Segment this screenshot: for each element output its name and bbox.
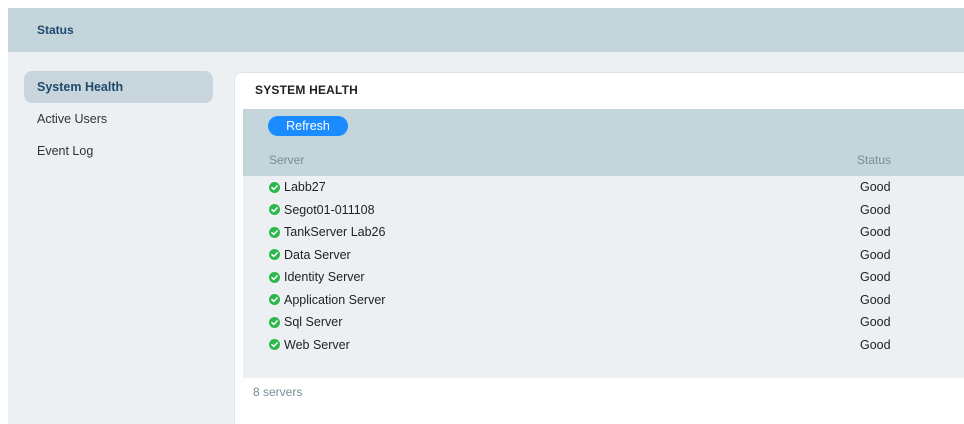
sidebar-item-active-users[interactable]: Active Users — [24, 103, 213, 135]
check-circle-icon — [269, 181, 280, 193]
server-name: Application Server — [284, 292, 386, 307]
status-cell: Good — [860, 270, 891, 284]
server-cell: Identity Server — [269, 270, 365, 284]
server-cell: Labb27 — [269, 180, 326, 194]
refresh-button[interactable]: Refresh — [268, 116, 348, 136]
page-title: Status — [37, 23, 74, 37]
table-row[interactable]: Web Server Good — [243, 334, 964, 356]
sidebar: System Health Active Users Event Log — [24, 71, 213, 167]
check-circle-icon — [269, 294, 280, 305]
system-health-panel: SYSTEM HEALTH Refresh Server Status Labb… — [234, 72, 964, 424]
grid-header: Refresh Server Status — [243, 109, 964, 176]
panel-title: SYSTEM HEALTH — [255, 83, 359, 97]
table-row[interactable]: Segot01-011108 Good — [243, 199, 964, 221]
server-cell: Web Server — [269, 338, 350, 352]
server-name: TankServer Lab26 — [284, 225, 386, 239]
table-row[interactable]: Identity Server Good — [243, 266, 964, 288]
server-name: Identity Server — [284, 270, 365, 284]
sidebar-item-label: Active Users — [37, 112, 108, 126]
check-circle-icon — [269, 339, 280, 350]
check-circle-icon — [269, 316, 280, 328]
status-cell: Good — [860, 292, 891, 307]
status-cell: Good — [860, 202, 891, 217]
sidebar-item-label: Event Log — [37, 144, 94, 158]
server-cell: Segot01-011108 — [269, 203, 375, 217]
sidebar-item-system-health[interactable]: System Health — [24, 71, 213, 103]
check-circle-icon — [269, 271, 280, 283]
sidebar-item-label: System Health — [37, 80, 124, 94]
check-circle-icon — [269, 204, 280, 215]
server-cell: TankServer Lab26 — [269, 225, 385, 239]
column-header-server[interactable]: Server — [269, 153, 304, 167]
server-count: 8 servers — [253, 385, 303, 399]
check-circle-icon — [269, 249, 280, 260]
server-cell: Application Server — [269, 293, 385, 307]
status-cell: Good — [860, 225, 891, 239]
server-name: Segot01-011108 — [284, 202, 375, 217]
server-table: Labb27 Good Segot01-011108 Good TankServ… — [243, 176, 964, 378]
server-name: Web Server — [284, 337, 350, 352]
status-cell: Good — [860, 337, 891, 352]
table-row[interactable]: Sql Server Good — [243, 311, 964, 333]
table-row[interactable]: TankServer Lab26 Good — [243, 221, 964, 243]
server-name: Sql Server — [284, 315, 343, 329]
table-row[interactable]: Application Server Good — [243, 289, 964, 311]
table-row[interactable]: Labb27 Good — [243, 176, 964, 198]
status-cell: Good — [860, 180, 891, 194]
column-header-status[interactable]: Status — [857, 153, 891, 167]
sidebar-item-event-log[interactable]: Event Log — [24, 135, 213, 167]
app-window: Status System Health Active Users Event … — [8, 8, 964, 424]
server-name: Labb27 — [284, 180, 326, 194]
status-cell: Good — [860, 247, 891, 262]
table-row[interactable]: Data Server Good — [243, 244, 964, 266]
status-cell: Good — [860, 315, 891, 329]
top-bar: Status — [8, 8, 964, 52]
server-cell: Sql Server — [269, 315, 342, 329]
server-cell: Data Server — [269, 248, 351, 262]
server-name: Data Server — [284, 247, 351, 262]
check-circle-icon — [269, 226, 280, 238]
